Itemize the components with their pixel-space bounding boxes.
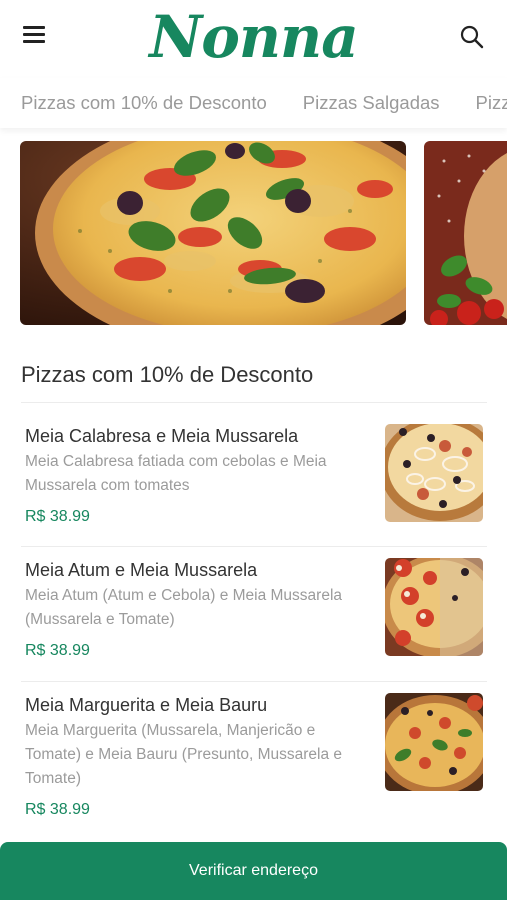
product-price: R$ 38.99 bbox=[25, 801, 90, 818]
product-description: Meia Atum (Atum e Cebola) e Meia Mussare… bbox=[25, 587, 343, 628]
divider bbox=[21, 546, 487, 547]
divider bbox=[21, 681, 487, 682]
banner-pizza-image-2[interactable] bbox=[424, 141, 507, 325]
product-description: Meia Calabresa fatiada com cebolas e Mei… bbox=[25, 453, 327, 494]
product-thumbnail bbox=[385, 693, 483, 791]
brand-logo: Nonna bbox=[149, 3, 359, 71]
tab-sweet-pizzas[interactable]: Pizzas Doces bbox=[476, 78, 507, 114]
verify-address-button[interactable]: Verificar endereço bbox=[0, 842, 507, 900]
product-card[interactable]: Meia Atum e Meia Mussarela Meia Atum (At… bbox=[25, 558, 487, 660]
product-description: Meia Marguerita (Mussarela, Manjericão e… bbox=[25, 722, 343, 787]
section-title: Pizzas com 10% de Desconto bbox=[21, 362, 314, 387]
tab-discount-pizzas[interactable]: Pizzas com 10% de Desconto bbox=[21, 78, 267, 114]
product-card[interactable]: Meia Calabresa e Meia Mussarela Meia Cal… bbox=[25, 424, 487, 526]
app-header: Nonna bbox=[0, 0, 507, 78]
product-card[interactable]: Meia Marguerita e Meia Bauru Meia Margue… bbox=[25, 693, 487, 819]
search-icon[interactable] bbox=[459, 24, 485, 50]
product-thumbnail bbox=[385, 424, 483, 522]
category-tabs: Pizzas com 10% de Desconto Pizzas Salgada… bbox=[0, 78, 507, 128]
banner-pizza-image[interactable] bbox=[20, 141, 406, 325]
tab-savory-pizzas[interactable]: Pizzas Salgadas bbox=[303, 78, 440, 114]
product-thumbnail bbox=[385, 558, 483, 656]
banner-carousel[interactable] bbox=[20, 141, 507, 325]
divider bbox=[21, 402, 487, 403]
